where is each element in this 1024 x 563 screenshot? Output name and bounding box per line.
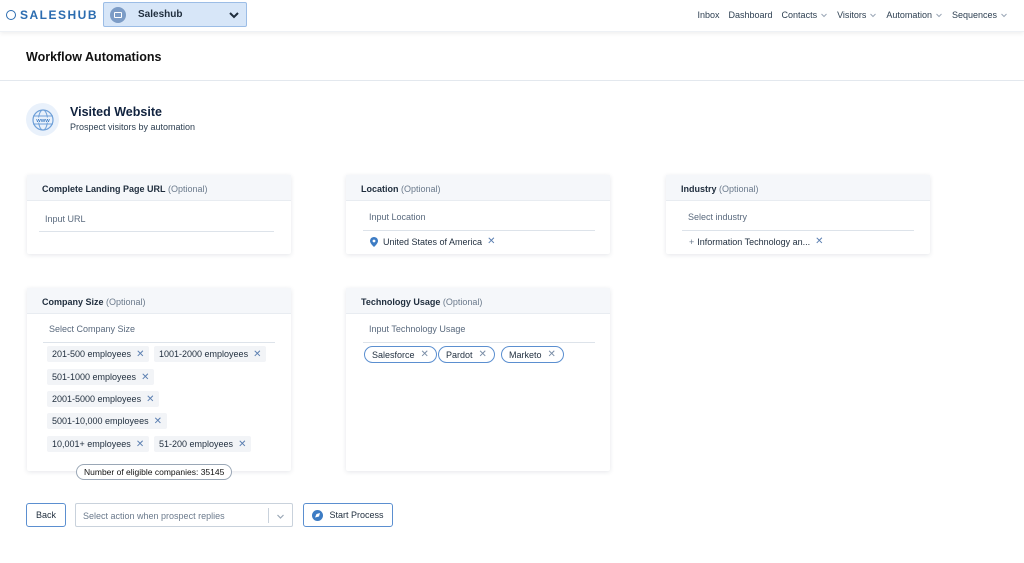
card-header: Complete Landing Page URL (Optional) bbox=[27, 175, 291, 201]
nav-item-dashboard[interactable]: Dashboard bbox=[729, 10, 773, 20]
chevron-down-icon bbox=[229, 12, 239, 19]
location-tag: United States of America ✕ bbox=[370, 236, 495, 247]
logo-circle-icon bbox=[6, 10, 16, 20]
www-globe-icon: WWW bbox=[26, 103, 59, 136]
card-header: Technology Usage (Optional) bbox=[346, 288, 610, 314]
industry-select[interactable]: Select industry bbox=[688, 212, 747, 222]
chevron-down-icon bbox=[936, 13, 942, 18]
svg-text:WWW: WWW bbox=[36, 117, 50, 123]
workspace-select[interactable]: Saleshub bbox=[103, 2, 247, 27]
workspace-icon bbox=[110, 6, 126, 23]
technology-input[interactable]: Input Technology Usage bbox=[369, 324, 465, 334]
workspace-label: Saleshub bbox=[138, 9, 183, 20]
page-title: Workflow Automations bbox=[26, 50, 162, 64]
start-process-button[interactable]: Start Process bbox=[303, 503, 393, 527]
landing-url-input[interactable]: Input URL bbox=[45, 214, 86, 224]
company-size-tag: 201-500 employees ✕ bbox=[47, 346, 150, 362]
nav-item-inbox[interactable]: Inbox bbox=[697, 10, 719, 20]
automation-subtitle: Prospect visitors by automation bbox=[70, 122, 196, 132]
chevron-down-icon bbox=[1001, 13, 1007, 18]
company-size-tag: 5001-10,000 employees ✕ bbox=[47, 413, 167, 429]
nav-item-automation[interactable]: Automation bbox=[886, 10, 943, 20]
chevron-down-icon bbox=[821, 13, 827, 18]
remove-tag-icon[interactable]: ✕ bbox=[815, 236, 823, 247]
landing-url-card: Complete Landing Page URL (Optional) Inp… bbox=[27, 175, 291, 254]
nav-item-sequences[interactable]: Sequences bbox=[952, 10, 1008, 20]
nav-item-visitors[interactable]: Visitors bbox=[837, 10, 877, 20]
technology-tag: Pardot ✕ bbox=[438, 346, 495, 363]
back-button[interactable]: Back bbox=[26, 503, 66, 527]
card-header: Company Size (Optional) bbox=[27, 288, 291, 314]
logo-text: SALESHUB bbox=[20, 8, 99, 22]
remove-tag-icon[interactable]: ✕ bbox=[238, 439, 246, 450]
location-input[interactable]: Input Location bbox=[369, 212, 426, 222]
remove-tag-icon[interactable]: ✕ bbox=[141, 372, 149, 383]
plus-icon: + bbox=[689, 236, 695, 247]
remove-tag-icon[interactable]: ✕ bbox=[479, 349, 487, 360]
company-size-tag: 10,001+ employees ✕ bbox=[47, 436, 150, 452]
remove-tag-icon[interactable]: ✕ bbox=[136, 439, 144, 450]
saleshub-logo[interactable]: SALESHUB bbox=[6, 8, 98, 22]
company-size-select[interactable]: Select Company Size bbox=[49, 324, 135, 334]
page-header: Workflow Automations bbox=[0, 33, 1024, 81]
remove-tag-icon[interactable]: ✕ bbox=[487, 236, 495, 247]
automation-title: Visited Website bbox=[70, 105, 162, 119]
action-select[interactable]: Select action when prospect replies bbox=[75, 503, 293, 527]
main-nav: Inbox Dashboard Contacts Visitors Automa… bbox=[697, 10, 1008, 20]
technology-tag: Marketo ✕ bbox=[501, 346, 564, 363]
remove-tag-icon[interactable]: ✕ bbox=[154, 416, 162, 427]
company-size-tag: 1001-2000 employees ✕ bbox=[154, 346, 267, 362]
company-size-tag: 51-200 employees ✕ bbox=[154, 436, 252, 452]
card-header: Location (Optional) bbox=[346, 175, 610, 201]
start-process-label: Start Process bbox=[329, 510, 384, 520]
remove-tag-icon[interactable]: ✕ bbox=[548, 349, 556, 360]
technology-tag: Salesforce ✕ bbox=[364, 346, 437, 363]
remove-tag-icon[interactable]: ✕ bbox=[146, 394, 154, 405]
remove-tag-icon[interactable]: ✕ bbox=[421, 349, 429, 360]
company-size-card: Company Size (Optional) Select Company S… bbox=[27, 288, 291, 471]
industry-card: Industry (Optional) Select industry + In… bbox=[666, 175, 930, 254]
card-header: Industry (Optional) bbox=[666, 175, 930, 201]
rocket-icon bbox=[312, 509, 324, 521]
chevron-down-icon bbox=[870, 13, 877, 18]
top-bar: SALESHUB Saleshub Inbox Dashboard Contac… bbox=[0, 0, 1024, 32]
remove-tag-icon[interactable]: ✕ bbox=[253, 349, 261, 360]
industry-tag: + Information Technology an... ✕ bbox=[689, 236, 824, 247]
company-size-tag: 2001-5000 employees ✕ bbox=[47, 391, 160, 407]
chevron-down-icon bbox=[277, 514, 284, 519]
remove-tag-icon[interactable]: ✕ bbox=[136, 349, 144, 360]
location-card: Location (Optional) Input Location Unite… bbox=[346, 175, 610, 254]
action-select-placeholder: Select action when prospect replies bbox=[83, 511, 225, 521]
eligible-count-badge: Number of eligible companies: 35145 bbox=[76, 464, 233, 480]
company-size-tag: 501-1000 employees ✕ bbox=[47, 369, 155, 385]
location-pin-icon bbox=[370, 236, 378, 247]
nav-item-contacts[interactable]: Contacts bbox=[782, 10, 829, 20]
technology-card: Technology Usage (Optional) Input Techno… bbox=[346, 288, 610, 471]
